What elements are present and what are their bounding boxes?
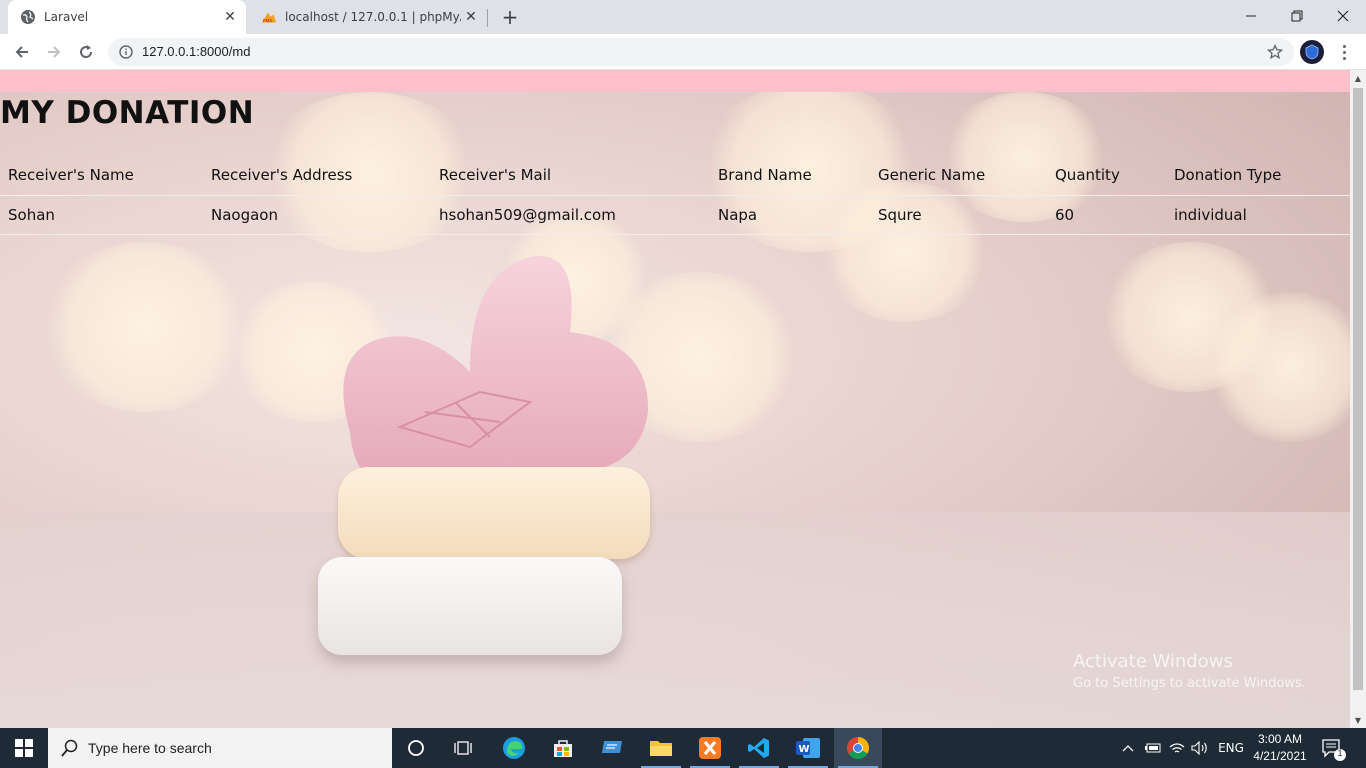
donation-table: Receiver's Name Receiver's Address Recei… (0, 156, 1350, 235)
tab-separator (487, 9, 488, 27)
tab-title: localhost / 127.0.0.1 | phpMyAdmin (285, 10, 461, 24)
cell-quantity: 60 (1047, 195, 1166, 235)
watermark-subtitle: Go to Settings to activate Windows. (1073, 676, 1306, 691)
tab-close-icon[interactable]: ✕ (461, 7, 481, 27)
cell-donation-type: individual (1166, 195, 1350, 235)
col-receiver-address: Receiver's Address (203, 156, 431, 196)
col-brand-name: Brand Name (710, 156, 870, 196)
notification-count-badge: 1 (1337, 748, 1343, 758)
new-tab-button[interactable]: + (498, 5, 522, 29)
site-info-icon[interactable] (118, 44, 134, 60)
col-donation-type: Donation Type (1166, 156, 1350, 196)
search-placeholder: Type here to search (88, 740, 212, 756)
table-header-row: Receiver's Name Receiver's Address Recei… (0, 156, 1350, 196)
page-scrollbar[interactable]: ▲ ▼ (1350, 70, 1366, 728)
xampp-icon[interactable] (686, 728, 734, 768)
chrome-icon[interactable] (834, 728, 882, 768)
file-explorer-icon[interactable] (637, 728, 685, 768)
tab-laravel[interactable]: Laravel ✕ (8, 0, 246, 34)
top-navbar (0, 70, 1350, 92)
clock-date: 4/21/2021 (1253, 749, 1307, 763)
browser-menu-button[interactable] (1334, 40, 1354, 64)
heart-candy-image (343, 255, 649, 487)
store-icon[interactable] (539, 728, 587, 768)
action-center-icon[interactable]: 1 (1320, 736, 1346, 762)
svg-text:W: W (799, 744, 810, 755)
language-indicator[interactable]: ENG (1214, 728, 1248, 768)
profile-avatar[interactable] (1300, 40, 1324, 64)
bookmark-star-icon[interactable] (1266, 43, 1284, 61)
phpmyadmin-icon: PMA (261, 9, 277, 25)
edge-icon[interactable] (490, 728, 538, 768)
globe-icon (20, 9, 36, 25)
tab-title: Laravel (44, 10, 89, 24)
table-row: Sohan Naogaon hsohan509@gmail.com Napa S… (0, 195, 1350, 235)
watermark-title: Activate Windows (1073, 651, 1233, 672)
cell-receiver-address: Naogaon (203, 195, 431, 235)
col-quantity: Quantity (1047, 156, 1166, 196)
clock-time: 3:00 AM (1257, 732, 1303, 746)
volume-icon[interactable] (1189, 728, 1211, 768)
tab-close-icon[interactable]: ✕ (220, 7, 240, 27)
taskbar-search-box[interactable]: Type here to search (48, 728, 392, 768)
restore-button[interactable] (1274, 0, 1320, 32)
minimize-button[interactable] (1228, 0, 1274, 32)
tab-phpmyadmin[interactable]: PMA localhost / 127.0.0.1 | phpMyAdmin ✕ (249, 0, 487, 34)
col-receiver-name: Receiver's Name (0, 156, 203, 196)
wifi-icon[interactable] (1166, 728, 1188, 768)
close-window-button[interactable] (1320, 0, 1366, 32)
cream-candy-image (338, 467, 650, 559)
scroll-down-arrow-icon[interactable]: ▼ (1350, 712, 1366, 728)
battery-icon[interactable] (1142, 728, 1164, 768)
activate-windows-watermark: Activate Windows Go to Settings to activ… (1073, 651, 1306, 691)
remote-desktop-icon[interactable] (588, 728, 636, 768)
tab-strip: Laravel ✕ PMA localhost / 127.0.0.1 | ph… (0, 0, 1366, 34)
windows-logo-icon (15, 739, 33, 757)
windows-taskbar: Type here to search W ENG 3:00 AM 4/21/2… (0, 728, 1366, 768)
page-title: MY DONATION (0, 95, 255, 131)
url-text: 127.0.0.1:8000/md (142, 44, 251, 59)
col-generic-name: Generic Name (870, 156, 1047, 196)
back-button[interactable] (8, 38, 36, 66)
address-bar[interactable]: 127.0.0.1:8000/md (108, 38, 1294, 66)
col-receiver-mail: Receiver's Mail (431, 156, 710, 196)
scrollbar-thumb[interactable] (1353, 88, 1363, 690)
word-icon[interactable]: W (784, 728, 832, 768)
forward-button[interactable] (40, 38, 68, 66)
white-candy-image (318, 557, 622, 655)
task-view-icon[interactable] (440, 728, 488, 768)
browser-toolbar: 127.0.0.1:8000/md (0, 34, 1366, 70)
show-hidden-icons-chevron-icon[interactable] (1118, 728, 1138, 768)
svg-text:PMA: PMA (263, 18, 273, 24)
page-viewport: MY DONATION Receiver's Name Receiver's A… (0, 70, 1350, 728)
cell-receiver-mail: hsohan509@gmail.com (431, 195, 710, 235)
search-icon (60, 738, 80, 758)
start-button[interactable] (0, 728, 48, 768)
scroll-up-arrow-icon[interactable]: ▲ (1350, 70, 1366, 86)
cell-generic-name: Squre (870, 195, 1047, 235)
cell-receiver-name: Sohan (0, 195, 203, 235)
vscode-icon[interactable] (735, 728, 783, 768)
cell-brand-name: Napa (710, 195, 870, 235)
cortana-icon[interactable] (392, 728, 440, 768)
taskbar-clock[interactable]: 3:00 AM 4/21/2021 (1250, 731, 1310, 765)
reload-button[interactable] (72, 38, 100, 66)
